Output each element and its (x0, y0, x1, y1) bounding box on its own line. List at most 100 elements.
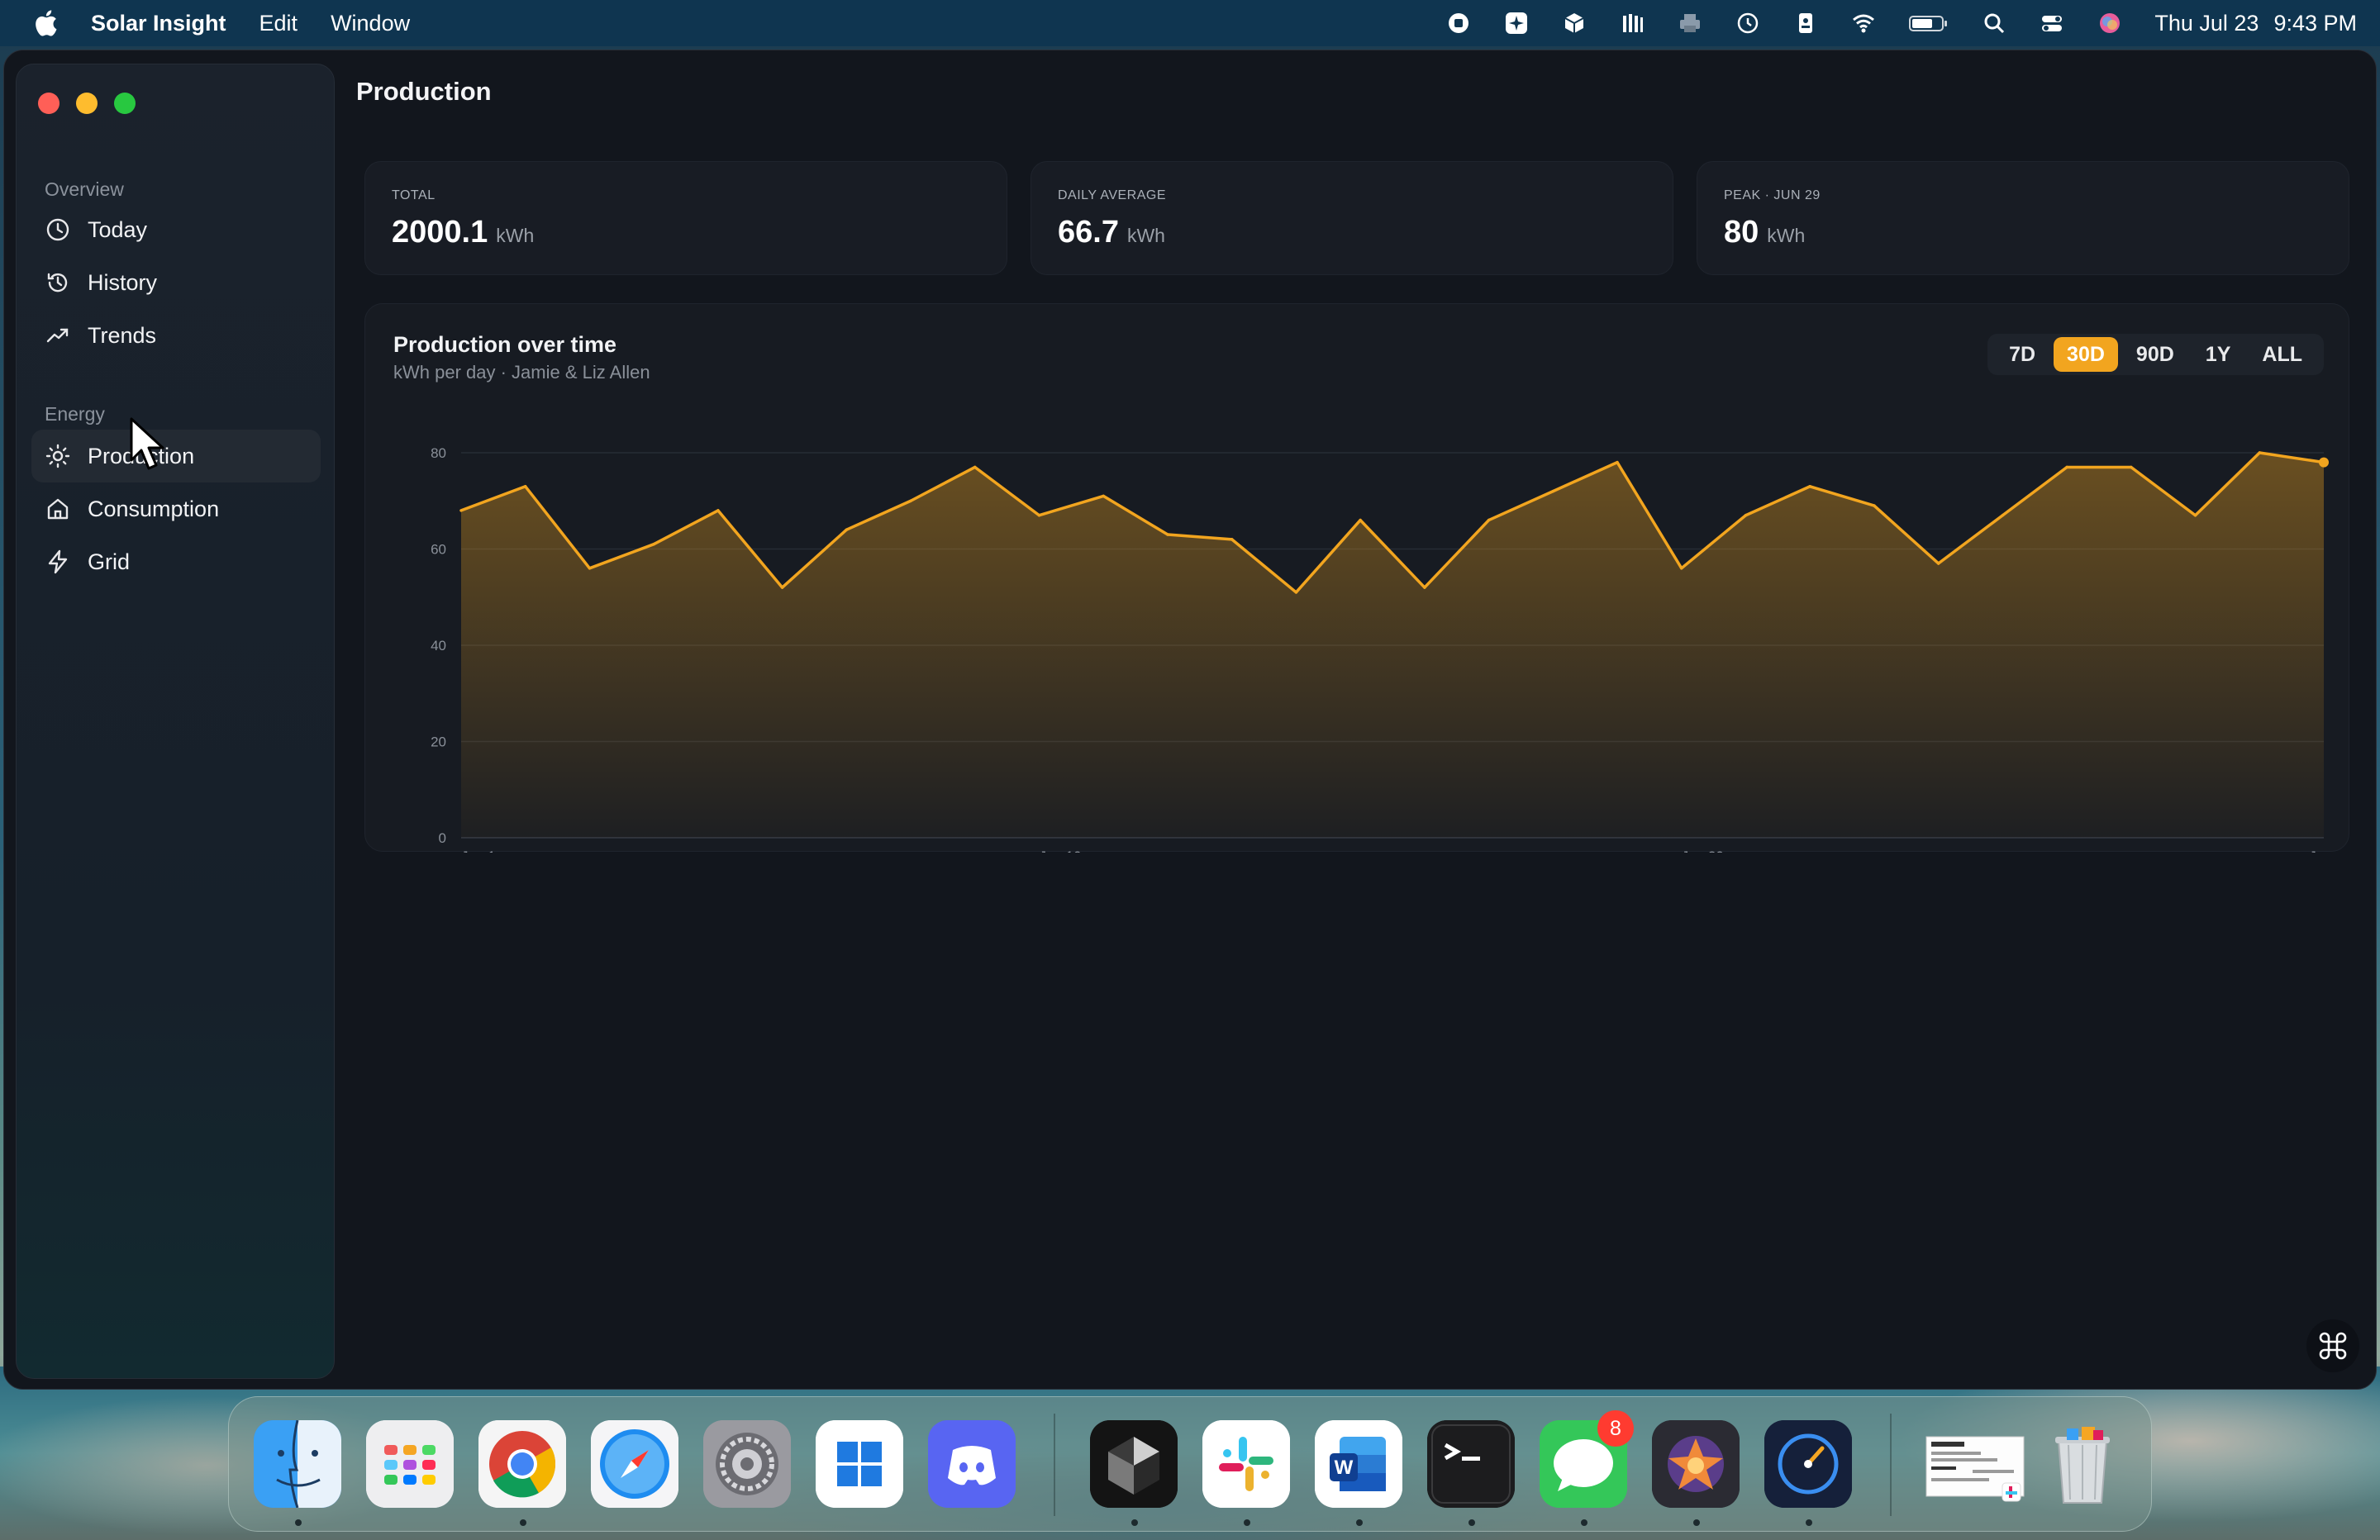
y-tick-label: 40 (431, 638, 446, 654)
stat-label: DAILY AVERAGE (1058, 188, 1166, 202)
package-icon[interactable] (1561, 10, 1587, 36)
sidebar-item-consumption[interactable]: Consumption (31, 482, 321, 535)
apple-icon[interactable] (33, 9, 58, 37)
data-point (587, 566, 592, 571)
menubar-date: Thu Jul 23 (2154, 10, 2259, 36)
running-indicator (1356, 1519, 1363, 1526)
battery-icon[interactable] (1908, 10, 1949, 36)
menu-edit[interactable]: Edit (259, 11, 298, 36)
home-icon (47, 498, 69, 520)
data-point (1550, 489, 1555, 494)
running-indicator (1693, 1519, 1700, 1526)
badge-icon[interactable] (1792, 10, 1819, 36)
production-chart-card: Production over time kWh per day · Jamie… (364, 303, 2350, 853)
minimize-button[interactable] (76, 93, 98, 114)
control-center-icon[interactable] (2039, 10, 2065, 36)
dock-terminal[interactable] (1427, 1420, 1515, 1508)
dock-discord[interactable] (928, 1420, 1016, 1508)
app-window: Overview Today History Trends Energy Pro… (3, 50, 2377, 1390)
dock-separator (1890, 1414, 1892, 1516)
stat-unit: kWh (496, 225, 535, 246)
data-point (844, 527, 849, 532)
stat-label: PEAK · JUN 29 (1724, 188, 1821, 202)
data-point (1487, 518, 1492, 523)
sidebar-item-label: Today (88, 216, 148, 242)
data-point (1358, 518, 1363, 523)
sidebar-item-production[interactable]: Production (31, 430, 321, 482)
production-area-chart[interactable]: 0 20 40 60 80 Jun 1 Jun 10 Jun 20 Jun30 (365, 304, 2350, 853)
sidebar-item-history[interactable]: History (31, 256, 321, 309)
dock-chrome[interactable] (478, 1420, 566, 1508)
dock: W 8 (228, 1396, 2152, 1532)
search-icon[interactable] (1981, 10, 2007, 36)
dock-instruments[interactable] (1764, 1420, 1852, 1508)
data-point (716, 508, 721, 513)
trash-icon (2055, 1427, 2110, 1504)
stat-card-peak: PEAK · JUN 29 80 kWh (1697, 161, 2349, 275)
record-icon[interactable] (1445, 10, 1472, 36)
data-point (780, 585, 785, 590)
x-tick-label: Jun30 (2309, 848, 2331, 853)
stat-label: TOTAL (392, 188, 436, 202)
menubar-clock[interactable]: Thu Jul 23 9:43 PM (2154, 11, 2357, 36)
safari-icon (591, 1420, 678, 1508)
data-point (523, 484, 528, 489)
dock-recent-window[interactable] (1923, 1420, 2030, 1508)
stat-card-daily-average: DAILY AVERAGE 66.7 kWh (1031, 161, 1673, 275)
dock-system-settings[interactable] (703, 1420, 791, 1508)
data-point (1679, 566, 1684, 571)
instruments-icon (1764, 1420, 1852, 1508)
expand-button[interactable] (2306, 1319, 2359, 1372)
data-point (2193, 513, 2198, 518)
menu-window[interactable]: Window (331, 11, 410, 36)
data-point (908, 498, 913, 503)
sidebar-item-today[interactable]: Today (31, 203, 321, 256)
dock-slack[interactable] (1202, 1420, 1290, 1508)
data-point (2129, 464, 2134, 469)
dock-trash[interactable] (2039, 1420, 2126, 1508)
app-name-menu[interactable]: Solar Insight (91, 11, 226, 36)
y-tick-label: 20 (431, 734, 446, 750)
x-tick-label: Jun 20 (1682, 848, 1724, 853)
y-tick-label: 0 (439, 830, 446, 846)
data-point (1615, 460, 1620, 465)
messages-badge: 8 (1597, 1410, 1634, 1447)
sidebar-item-trends[interactable]: Trends (31, 309, 321, 362)
clock-icon (46, 218, 69, 241)
menu-bar: Solar Insight Edit Window Thu Jul 23 9:4… (0, 0, 2380, 46)
trending-up-icon (46, 328, 69, 343)
stat-card-total: TOTAL 2000.1 kWh (364, 161, 1007, 275)
data-point (2319, 457, 2329, 468)
dock-cursor-app[interactable] (1090, 1420, 1178, 1508)
sidebar-item-grid[interactable]: Grid (31, 535, 321, 588)
sun-icon (45, 444, 70, 468)
menubar-time: 9:43 PM (2273, 10, 2357, 36)
command-icon (2319, 1332, 2347, 1360)
running-indicator (1806, 1519, 1812, 1526)
dock-finder[interactable] (254, 1420, 341, 1508)
time-machine-icon[interactable] (1735, 10, 1761, 36)
wifi-icon[interactable] (1850, 10, 1877, 36)
dock-word[interactable]: W (1315, 1420, 1402, 1508)
data-point (1422, 585, 1427, 590)
close-button[interactable] (38, 93, 60, 114)
data-point (973, 464, 978, 469)
nova-icon (1652, 1420, 1740, 1508)
data-point (1743, 513, 1748, 518)
stat-value-row: 80 kWh (1724, 215, 2349, 250)
stat-value: 2000.1 (392, 215, 488, 250)
zoom-button[interactable] (114, 93, 136, 114)
stat-value: 66.7 (1058, 215, 1119, 250)
dock-nova[interactable] (1652, 1420, 1740, 1508)
siri-icon[interactable] (2097, 10, 2123, 36)
mouse-pointer-icon (130, 417, 164, 470)
grid-icon[interactable] (1619, 10, 1645, 36)
bolt-icon (48, 549, 68, 574)
window-preview-icon (1925, 1436, 2025, 1502)
dock-windows-app[interactable] (816, 1420, 903, 1508)
sparkle-icon[interactable] (1503, 10, 1530, 36)
running-indicator (1581, 1519, 1587, 1526)
dock-launchpad[interactable] (366, 1420, 454, 1508)
dock-safari[interactable] (591, 1420, 678, 1508)
printer-icon[interactable] (1677, 10, 1703, 36)
